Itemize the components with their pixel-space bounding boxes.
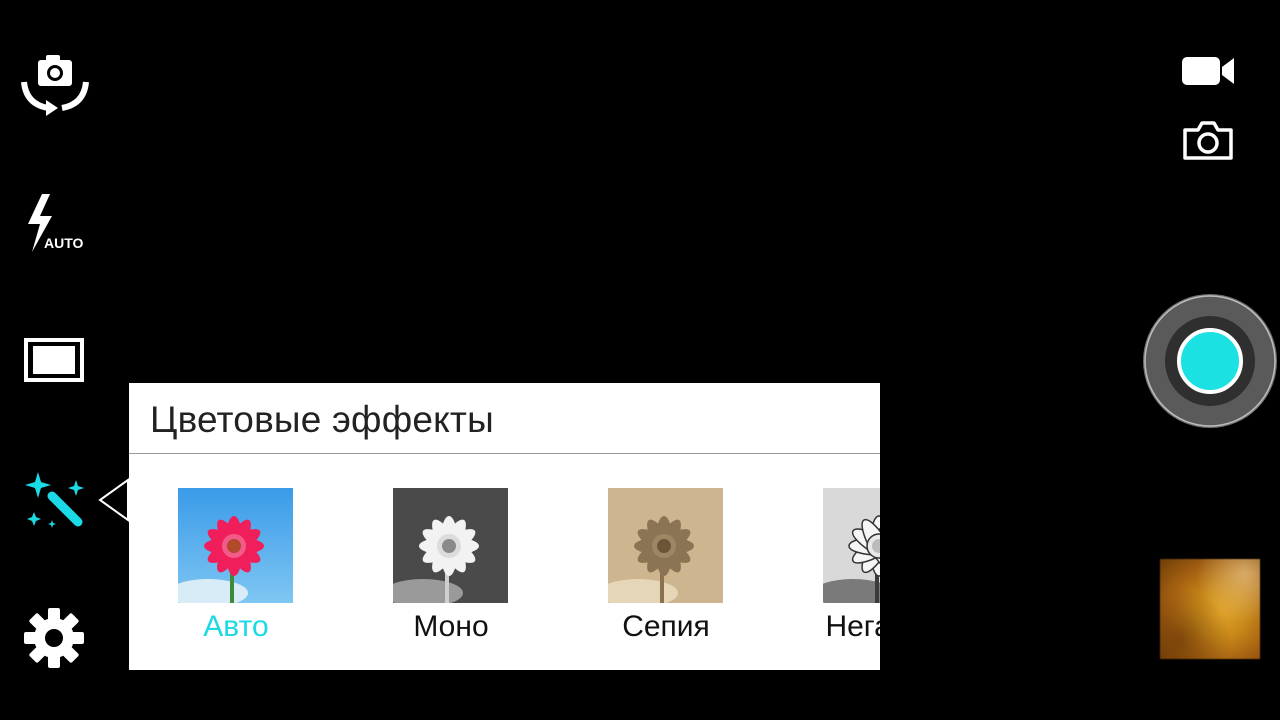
- flash-auto-badge: AUTO: [44, 235, 84, 251]
- effect-label-negative: Негатив: [825, 610, 880, 643]
- popup-pointer-arrow: [98, 478, 129, 522]
- camera-switch-icon: [21, 55, 89, 116]
- flash-icon: AUTO: [28, 194, 84, 252]
- photo-mode-button[interactable]: [1178, 118, 1238, 164]
- effect-label-sepia: Сепия: [622, 610, 710, 643]
- color-effects-panel: Цветовые эффекты Авто Моно Сепия Нег: [129, 383, 880, 670]
- gallery-thumbnail[interactable]: [1160, 559, 1260, 659]
- shutter-icon: [1143, 294, 1277, 428]
- gear-icon: [24, 608, 84, 668]
- aspect-ratio-icon: [24, 338, 84, 382]
- color-effects-button[interactable]: [22, 470, 92, 534]
- camera-icon: [1183, 121, 1233, 160]
- video-camera-icon: [1182, 57, 1234, 85]
- effect-preview-negative: [823, 488, 880, 603]
- flash-mode-button[interactable]: AUTO: [20, 190, 90, 256]
- effect-preview-sepia: [608, 488, 723, 603]
- video-mode-button[interactable]: [1176, 50, 1240, 92]
- panel-title: Цветовые эффекты: [150, 399, 494, 440]
- effect-label-auto: Авто: [203, 610, 269, 643]
- panel-divider: [129, 453, 880, 454]
- effect-preview-mono: [393, 488, 508, 603]
- shutter-button[interactable]: [1142, 293, 1278, 429]
- aspect-ratio-button[interactable]: [22, 332, 86, 388]
- effect-preview-auto: [178, 488, 293, 603]
- magic-wand-icon: [25, 472, 84, 528]
- switch-camera-button[interactable]: [18, 52, 92, 122]
- settings-button[interactable]: [20, 604, 88, 672]
- effect-label-mono: Моно: [413, 610, 489, 643]
